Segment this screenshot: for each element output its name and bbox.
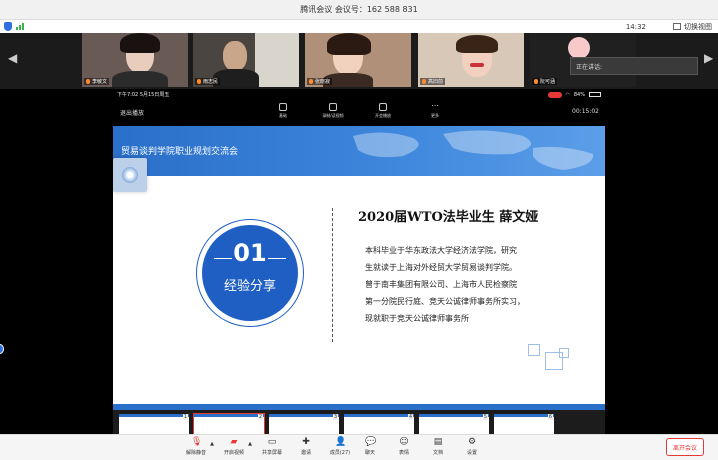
- presentation-slide: 贸易谈判学院职业规划交流会 01 经验分享 2020届WTO法毕业生 薛文娅 本…: [113, 126, 605, 410]
- chat-icon: 💬: [365, 437, 377, 447]
- unmute-button[interactable]: 🎙 解除静音 ▲: [180, 437, 214, 456]
- mic-muted-icon: 🎙: [191, 437, 203, 447]
- leave-meeting-button[interactable]: 离开会议: [666, 438, 704, 456]
- tool-button-play[interactable]: 开会播放: [363, 103, 403, 119]
- playback-toolbar: 退出播放 基础 录制/读视频 开会播放 ⋯ 更多 00:15:02: [113, 99, 605, 125]
- meeting-toolbar: 🎙 解除静音 ▲ ▰ 开启视频 ▲ ▭ 共享屏幕 ✚ 邀请 👤 成员(27) 💬 聊天 ☺ 表情 …: [0, 434, 718, 460]
- next-arrow-icon[interactable]: ▶: [704, 51, 713, 65]
- window-title: 腾讯会议 会议号：162 588 831: [300, 5, 418, 14]
- section-number: 01: [233, 239, 267, 267]
- document-icon: ▤: [433, 437, 443, 447]
- smile-icon: ☺: [399, 437, 409, 447]
- speaking-indicator: 正在讲话:: [570, 57, 698, 75]
- mic-icon: [197, 79, 201, 84]
- invite-button[interactable]: ✚ 邀请: [290, 437, 322, 456]
- members-icon: 👤: [335, 437, 347, 447]
- world-map-icon: [353, 130, 594, 170]
- docs-button[interactable]: ▤ 文档: [422, 437, 454, 456]
- slide-thumbnail[interactable]: 2: [193, 413, 265, 435]
- slide-thumbnail[interactable]: 5: [419, 414, 489, 434]
- mic-icon: [86, 79, 90, 84]
- battery-icon: [589, 92, 601, 97]
- camera-icon: [329, 103, 337, 111]
- signal-icon: [16, 23, 24, 30]
- participant-tile[interactable]: 高旧前: [418, 33, 524, 87]
- badge-line-right: [268, 258, 286, 259]
- gear-icon: ⚙: [467, 437, 477, 447]
- reaction-button[interactable]: ☺ 表情: [388, 437, 420, 456]
- bio-text: 本科毕业于华东政法大学经济法学院，研究 生就读于上海对外经贸大学贸易谈判学院。 …: [365, 242, 565, 327]
- bio-line: 本科毕业于华东政法大学经济法学院，研究: [365, 246, 517, 255]
- more-icon: ⋯: [431, 101, 439, 110]
- section-label: 经验分享: [223, 279, 276, 294]
- switch-view-label: 切换视图: [684, 22, 712, 31]
- participant-name: 雨志民: [195, 78, 221, 85]
- battery-text: 84%: [573, 91, 585, 98]
- phone-status-text: 下午7:02 5月15日周五: [117, 92, 170, 98]
- school-logo: [113, 158, 147, 192]
- decor-square: [559, 348, 569, 358]
- tool-button-more[interactable]: ⋯ 更多: [415, 101, 455, 119]
- elapsed-timer: 00:15:02: [572, 108, 599, 115]
- start-video-button[interactable]: ▰ 开启视频 ▲: [218, 437, 252, 456]
- prev-arrow-icon[interactable]: ◀: [8, 51, 17, 65]
- screen-share-icon: ▭: [267, 437, 277, 447]
- tool-button-record[interactable]: 录制/读视频: [313, 103, 353, 119]
- wifi-icon: ◠: [565, 91, 570, 98]
- bio-line: 生就读于上海对外经贸大学贸易谈判学院。: [365, 263, 517, 272]
- chat-button[interactable]: 💬 聊天: [354, 437, 386, 456]
- mic-icon: [309, 79, 313, 84]
- slide-thumbnail[interactable]: 3: [269, 414, 339, 434]
- user-icon: [379, 103, 387, 111]
- slide-divider: [332, 208, 333, 342]
- bio-title: 2020届WTO法毕业生 薛文娅: [358, 210, 539, 225]
- participant-name: 张晓寂: [307, 78, 333, 85]
- slide-header: 贸易谈判学院职业规划交流会: [113, 126, 605, 176]
- bio-line: 现就职于竞天公诚律师事务所: [365, 314, 469, 323]
- pen-icon: [279, 103, 287, 111]
- bio-line: 曾于南丰集团有限公司、上海市人民检察院: [365, 280, 517, 289]
- grid-icon: [673, 23, 681, 30]
- tool-button-basic[interactable]: 基础: [263, 103, 303, 119]
- caret-up-icon[interactable]: ▲: [210, 441, 214, 447]
- bio-line: 第一分院民行庭、竞天公诚律师事务所实习，: [365, 297, 525, 306]
- exit-playback-button[interactable]: 退出播放: [120, 108, 144, 117]
- slide-thumbnail[interactable]: 4: [344, 414, 414, 434]
- switch-view-button[interactable]: 切换视图: [673, 22, 712, 32]
- slide-thumbnail[interactable]: 1: [119, 414, 189, 434]
- slide-thumbnail[interactable]: 6: [494, 414, 554, 434]
- participant-tile[interactable]: 张晓寂: [305, 33, 411, 87]
- mic-icon: [422, 79, 426, 84]
- participant-name: 李敏文: [84, 78, 110, 85]
- participant-tile[interactable]: 李敏文: [82, 33, 188, 87]
- meeting-window: 腾讯会议 会议号：162 588 831 14:32 切换视图 ◀ 李敏文 雨志…: [0, 0, 718, 460]
- record-icon: [547, 91, 562, 98]
- video-off-icon: ▰: [230, 437, 238, 447]
- section-badge: 01 经验分享: [202, 225, 298, 321]
- side-handle[interactable]: [0, 344, 4, 354]
- invite-icon: ✚: [302, 437, 310, 447]
- shield-icon: [4, 22, 12, 31]
- mic-icon: [534, 79, 538, 84]
- status-row: 14:32 切换视图: [0, 20, 718, 33]
- participant-tile[interactable]: 雨志民: [193, 33, 299, 87]
- share-screen-button[interactable]: ▭ 共享屏幕: [256, 437, 288, 456]
- phone-status-bar: 下午7:02 5月15日周五 ◠ 84%: [113, 90, 605, 99]
- settings-button[interactable]: ⚙ 设置: [456, 437, 488, 456]
- participant-name: 高旧前: [420, 78, 446, 85]
- decor-square: [528, 344, 540, 356]
- window-title-bar: 腾讯会议 会议号：162 588 831: [0, 0, 718, 20]
- slide-header-title: 贸易谈判学院职业规划交流会: [121, 147, 239, 157]
- clock: 14:32: [625, 22, 646, 31]
- badge-line-left: [214, 258, 232, 259]
- members-button[interactable]: 👤 成员(27): [324, 437, 356, 456]
- caret-up-icon[interactable]: ▲: [248, 441, 252, 447]
- participant-name: 阮可涵: [532, 78, 558, 85]
- slide-thumbnails: 1 2 3 4 5 6: [113, 410, 605, 435]
